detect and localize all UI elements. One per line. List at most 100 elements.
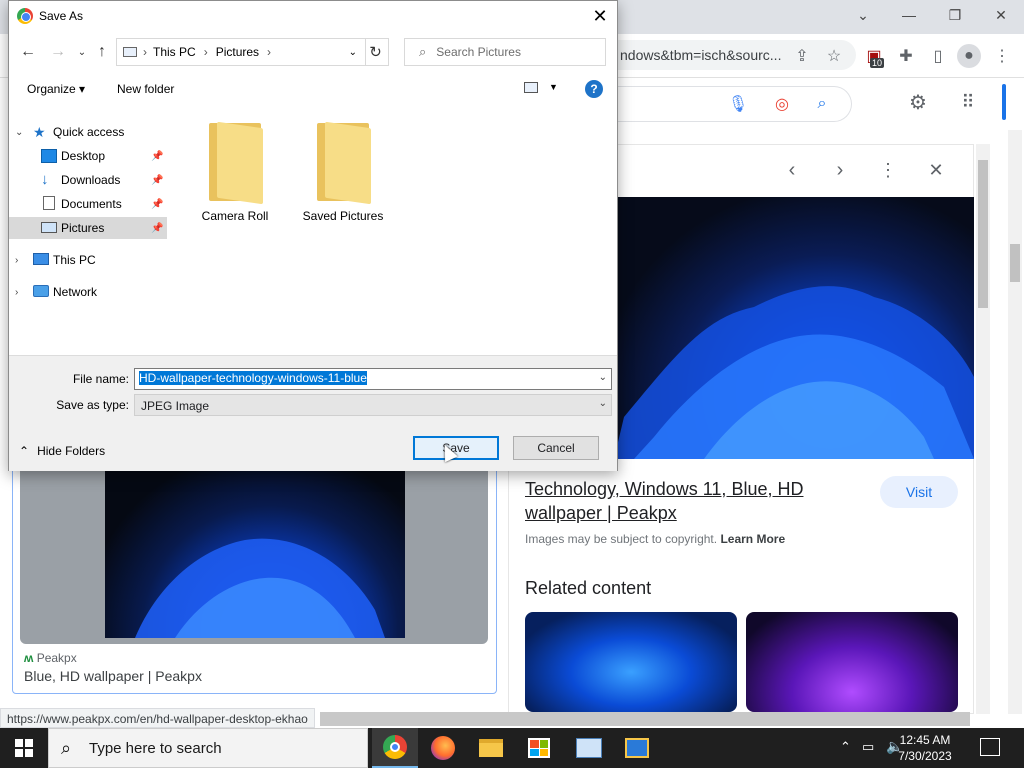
puzzle-icon[interactable]: ✚ (894, 44, 918, 68)
navigation-pane: ⌄ ★ Quick access Desktop 📌 ↓ Downloads 📌… (9, 105, 169, 355)
page-scrollbar[interactable] (1008, 130, 1022, 714)
result-image[interactable] (105, 470, 405, 638)
result-title[interactable]: Blue, HD wallpaper | Peakpx (24, 668, 202, 684)
share-icon[interactable]: ⇪ (790, 44, 814, 68)
breadcrumb-pictures[interactable]: Pictures (216, 45, 259, 59)
preview-title-link[interactable]: Technology, Windows 11, Blue, HD wallpap… (525, 477, 845, 525)
pin-icon[interactable]: 📌 (151, 175, 163, 186)
search-icon[interactable]: ⌕ (810, 92, 834, 116)
command-bar: Organize ▾ New folder ▼ ? (9, 75, 617, 103)
star-icon: ★ (33, 124, 46, 140)
tree-item-network[interactable]: › Network (9, 281, 167, 303)
copyright-note: Images may be subject to copyright. Lear… (525, 532, 786, 546)
close-window-button[interactable]: ✕ (978, 0, 1024, 30)
side-panel-icon[interactable]: ▯ (926, 44, 950, 68)
expanded-chevron-icon[interactable]: ⌄ (15, 127, 23, 138)
preview-close-icon[interactable]: ✕ (924, 158, 948, 182)
collapsed-chevron-icon[interactable]: › (15, 287, 18, 298)
notification-icon[interactable] (980, 738, 1000, 756)
cancel-button[interactable]: Cancel (513, 436, 599, 460)
taskbar-search-input[interactable]: ⌕ Type here to search (48, 728, 368, 768)
pin-icon[interactable]: 📌 (151, 223, 163, 234)
folder-icon (207, 121, 263, 205)
search-icon: ⌕ (61, 738, 72, 758)
previous-chevron-icon[interactable]: ‹ (780, 158, 804, 182)
collapsed-chevron-icon[interactable]: › (15, 255, 18, 266)
settings-gear-icon[interactable]: ⚙ (906, 90, 930, 114)
start-button[interactable] (0, 728, 48, 768)
new-folder-button[interactable]: New folder (117, 82, 174, 96)
chevron-down-icon[interactable]: ⌄ (349, 47, 357, 58)
chevron-up-icon: ⌃ (19, 444, 30, 458)
taskbar-chrome[interactable] (372, 728, 418, 768)
chrome-logo-icon (17, 8, 33, 24)
extension-badge-count: 10 (870, 58, 885, 68)
folder-saved-pictures[interactable]: Saved Pictures (293, 121, 393, 223)
horizontal-scrollbar[interactable] (320, 712, 970, 726)
close-icon[interactable]: ✕ (585, 3, 615, 29)
help-icon[interactable]: ? (585, 80, 603, 98)
learn-more-link[interactable]: Learn More (720, 532, 785, 546)
page-scroll-thumb[interactable] (1010, 244, 1020, 282)
recent-chevron-icon[interactable]: ⌄ (71, 41, 93, 63)
pin-icon[interactable]: 📌 (151, 151, 163, 162)
organize-menu[interactable]: Organize ▾ (27, 82, 85, 96)
up-arrow-icon[interactable]: ↑ (91, 41, 113, 63)
related-image[interactable] (746, 612, 958, 712)
lens-icon[interactable]: ◎ (770, 92, 794, 116)
bookmark-star-icon[interactable]: ☆ (822, 44, 846, 68)
taskbar-control-panel[interactable] (566, 728, 612, 768)
folder-icon (479, 739, 503, 757)
breadcrumb-this-pc[interactable]: This PC (153, 45, 196, 59)
tree-item-documents[interactable]: Documents 📌 (9, 193, 167, 215)
view-options-icon[interactable] (524, 82, 538, 93)
pin-icon[interactable]: 📌 (151, 199, 163, 210)
related-image[interactable] (525, 612, 737, 712)
tree-item-quick-access[interactable]: ⌄ ★ Quick access (9, 121, 167, 143)
network-icon[interactable]: ▭ (862, 739, 874, 755)
taskbar-firefox[interactable] (420, 728, 466, 768)
clock-time: 12:45 AM (899, 733, 951, 747)
hide-folders-toggle[interactable]: ⌃ Hide Folders (19, 444, 105, 458)
chevron-down-icon[interactable]: ⌄ (599, 398, 607, 409)
monitor-icon (576, 738, 602, 758)
next-chevron-icon[interactable]: › (828, 158, 852, 182)
preview-image[interactable] (614, 197, 974, 459)
tree-item-this-pc[interactable]: › This PC (9, 249, 167, 271)
preview-more-icon[interactable]: ⋮ (876, 158, 900, 182)
account-indicator (1002, 84, 1006, 120)
tree-item-pictures[interactable]: Pictures 📌 (9, 217, 167, 239)
microphone-icon[interactable]: 🎙 (726, 92, 750, 116)
refresh-icon[interactable]: ↻ (363, 38, 389, 66)
savetype-label: Save as type: (56, 398, 129, 412)
clock[interactable]: 12:45 AM 7/30/2023 (880, 732, 970, 764)
chevron-up-icon[interactable]: ⌃ (840, 739, 851, 755)
filename-field[interactable]: HD-wallpaper-technology-windows-11-blue … (134, 368, 612, 390)
back-arrow-icon[interactable]: ← (17, 41, 39, 63)
network-icon (33, 285, 49, 297)
savetype-select[interactable]: JPEG Image ⌄ (134, 394, 612, 416)
taskbar-file-explorer[interactable] (468, 728, 514, 768)
breadcrumb[interactable]: › This PC › Pictures › ⌄ (116, 38, 366, 66)
result-source[interactable]: ʍ Peakpx (24, 651, 77, 665)
forward-arrow-icon[interactable]: → (47, 41, 69, 63)
tree-item-downloads[interactable]: ↓ Downloads 📌 (9, 169, 167, 191)
chevron-down-icon[interactable]: ⌄ (840, 0, 886, 30)
taskbar-store[interactable] (516, 728, 562, 768)
minimize-button[interactable]: — (886, 0, 932, 30)
profile-avatar[interactable]: ● (957, 44, 981, 68)
dialog-titlebar[interactable]: Save As ✕ (9, 1, 617, 31)
chevron-right-icon: › (267, 45, 272, 59)
taskbar-photos[interactable] (614, 728, 660, 768)
chevron-down-icon[interactable]: ⌄ (599, 372, 607, 383)
photos-icon (625, 738, 649, 758)
more-menu-icon[interactable]: ⋮ (990, 44, 1014, 68)
folder-camera-roll[interactable]: Camera Roll (185, 121, 285, 223)
restore-button[interactable]: ❐ (932, 0, 978, 30)
apps-grid-icon[interactable]: ⠿ (956, 90, 980, 114)
tree-item-desktop[interactable]: Desktop 📌 (9, 145, 167, 167)
panel-scroll-thumb[interactable] (978, 160, 988, 308)
view-chevron-icon[interactable]: ▼ (549, 82, 558, 92)
visit-button[interactable]: Visit (880, 476, 958, 508)
search-input[interactable]: ⌕ Search Pictures (404, 38, 606, 66)
